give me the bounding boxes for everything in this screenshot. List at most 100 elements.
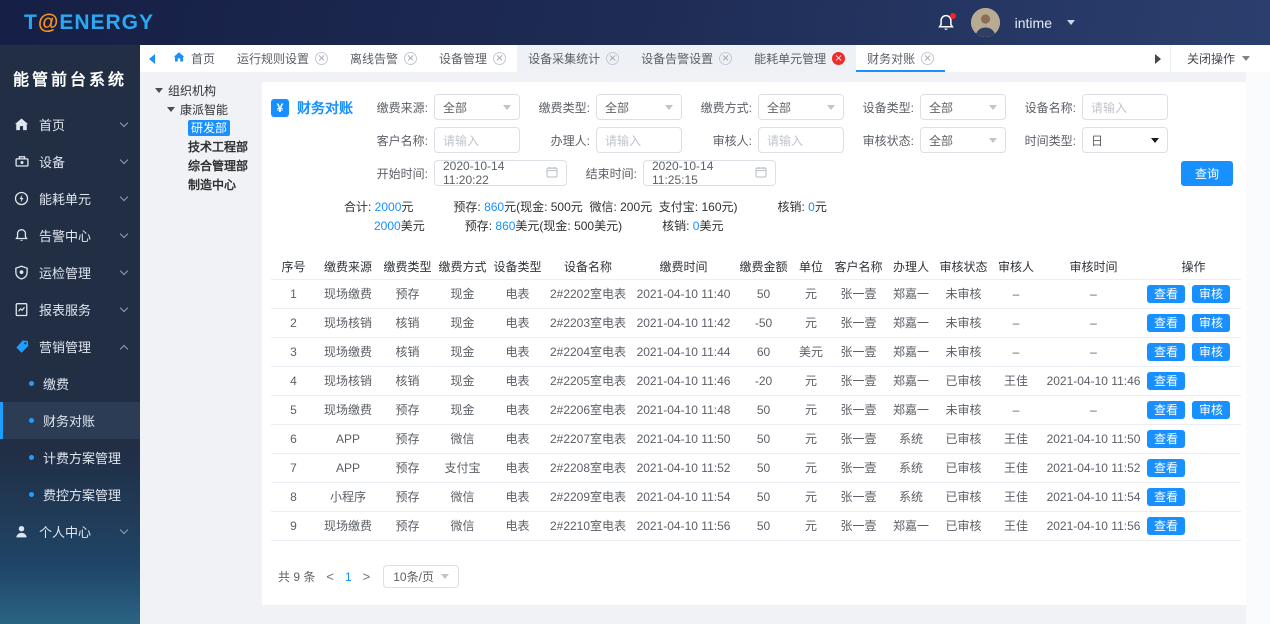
filter-input[interactable]: 请输入 (596, 127, 682, 153)
tree-node-dept-3[interactable]: 综合管理部 (155, 157, 258, 176)
filter-select[interactable]: 全部 (434, 94, 520, 120)
cell-method: 微信 (435, 511, 490, 541)
sidebar-subitem-3[interactable]: 计费方案管理 (0, 439, 140, 476)
tab-3[interactable]: 离线告警 × (339, 45, 428, 72)
summary-unit: 元 (814, 200, 827, 214)
summary-value: 860 (495, 219, 516, 233)
filter-label: 办理人: (550, 133, 590, 148)
sidebar-subitem-label: 费控方案管理 (43, 488, 122, 503)
table-body: 1 现场缴费 预存 现金 电表 2#2202室电表 2021-04-10 11:40 50 元张… (271, 279, 1241, 541)
tree-expand-icon[interactable] (167, 107, 175, 116)
date-input[interactable]: 2020-10-14 11:20:22 (434, 159, 567, 187)
sidebar-item-8[interactable]: 个人中心 (0, 513, 140, 550)
close-operations-dropdown[interactable]: 关闭操作 (1169, 45, 1270, 72)
tab-4[interactable]: 设备管理 × (428, 45, 517, 72)
select-value: 全部 (929, 133, 954, 148)
tree-expand-icon[interactable] (155, 88, 163, 97)
tab-6[interactable]: 设备告警设置 × (630, 45, 744, 72)
sidebar-item-1[interactable]: 首页 (0, 106, 140, 143)
cell-audit-time: – (1041, 308, 1146, 338)
notification-bell-icon[interactable] (936, 12, 956, 33)
filter-input[interactable]: 请输入 (758, 127, 844, 153)
filter-select[interactable]: 全部 (596, 94, 682, 120)
view-button[interactable]: 查看 (1147, 429, 1186, 448)
tree-node-dept-2[interactable]: 技术工程部 (155, 138, 258, 157)
cell-actions: 查看 (1146, 424, 1241, 454)
filter-area: ¥ 财务对账 缴费来源: 全部 缴费类型: 全部 缴费方式: 全部 设备类型: 全部 设备名称:… (271, 94, 1237, 193)
view-button[interactable]: 查看 (1147, 342, 1186, 361)
tab-close-icon[interactable]: × (315, 52, 329, 65)
sidebar-subitem-2[interactable]: 财务对账 (0, 402, 140, 439)
view-button[interactable]: 查看 (1147, 313, 1186, 332)
cell-auditor: 王佳 (991, 424, 1041, 454)
cell-audit-time: 2021-04-10 11:56 (1041, 511, 1146, 541)
tab-1[interactable]: 首页 (162, 45, 226, 72)
page-size-select[interactable]: 10条/页 (383, 565, 459, 588)
audit-button[interactable]: 审核 (1192, 313, 1231, 332)
view-button[interactable]: 查看 (1147, 371, 1186, 390)
sidebar-subitem-4[interactable]: 费控方案管理 (0, 476, 140, 513)
cell-method: 微信 (435, 482, 490, 512)
date-input[interactable]: 2020-10-14 11:25:15 (643, 159, 776, 187)
cell-customer: 张一壹 (831, 279, 886, 309)
audit-button[interactable]: 审核 (1192, 400, 1231, 419)
avatar[interactable] (970, 8, 1000, 37)
view-button[interactable]: 查看 (1147, 516, 1186, 535)
tree-node-company[interactable]: 康派智能 (155, 100, 258, 119)
tab-close-icon[interactable]: × (493, 52, 507, 65)
tab-close-icon[interactable]: × (832, 52, 846, 65)
filter-select[interactable]: 全部 (758, 94, 844, 120)
audit-button[interactable]: 审核 (1192, 284, 1231, 303)
alarm-icon (14, 228, 31, 244)
chevron-down-icon (989, 104, 997, 114)
tree-node-dept-1[interactable]: 研发部 (155, 119, 258, 138)
query-button[interactable]: 查询 (1180, 161, 1233, 186)
cell-handler: 郑嘉一 (886, 337, 936, 367)
filter-select[interactable]: 全部 (920, 127, 1006, 153)
tab-close-icon[interactable]: × (404, 52, 418, 65)
filter-input[interactable]: 请输入 (434, 127, 520, 153)
cell-customer: 张一壹 (831, 337, 886, 367)
tab-scroll-left-icon[interactable] (140, 45, 162, 72)
tree-node-root[interactable]: 组织机构 (155, 81, 258, 100)
cell-device-name: 2#2203室电表 (545, 308, 631, 338)
tab-5[interactable]: 设备采集统计 × (517, 45, 631, 72)
sidebar-item-3[interactable]: 能耗单元 (0, 180, 140, 217)
tree-dept-label: 综合管理部 (188, 159, 249, 173)
tab-scroll-right-icon[interactable] (1148, 45, 1170, 72)
view-button[interactable]: 查看 (1147, 458, 1186, 477)
tab-7[interactable]: 能耗单元管理 × (743, 45, 857, 72)
filter-field: 时间类型: 日 (1020, 127, 1168, 153)
view-button[interactable]: 查看 (1147, 487, 1186, 506)
sidebar-item-5[interactable]: 运检管理 (0, 254, 140, 291)
bullet-dot-icon (29, 492, 34, 497)
view-button[interactable]: 查看 (1147, 284, 1186, 303)
username[interactable]: intime (1015, 15, 1052, 31)
sidebar-item-2[interactable]: 设备 (0, 143, 140, 180)
tab-label: 设备告警设置 (641, 52, 714, 66)
tab-close-icon[interactable]: × (606, 52, 620, 65)
audit-button[interactable]: 审核 (1192, 342, 1231, 361)
cell-pay-type: 核销 (380, 308, 435, 338)
column-header: 操作 (1146, 254, 1241, 280)
view-button[interactable]: 查看 (1147, 400, 1186, 419)
pagination-next-button[interactable]: > (363, 569, 371, 584)
cell-customer: 张一壹 (831, 511, 886, 541)
user-caret-down-icon[interactable] (1067, 20, 1075, 29)
sidebar-subitem-1[interactable]: 缴费 (0, 365, 140, 402)
tab-close-icon[interactable]: × (719, 52, 733, 65)
sidebar-item-6[interactable]: 报表服务 (0, 291, 140, 328)
tab-8[interactable]: 财务对账 × (856, 45, 946, 72)
filter-select[interactable]: 全部 (920, 94, 1006, 120)
tab-close-icon[interactable]: × (921, 52, 935, 65)
sidebar-item-4[interactable]: 告警中心 (0, 217, 140, 254)
filter-select[interactable]: 日 (1082, 127, 1168, 153)
filter-input[interactable]: 请输入 (1082, 94, 1168, 120)
cell-method: 支付宝 (435, 453, 490, 483)
cell-method: 现金 (435, 279, 490, 309)
sidebar-item-7[interactable]: 营销管理 (0, 328, 140, 365)
tree-node-dept-4[interactable]: 制造中心 (155, 176, 258, 195)
pagination-page-1[interactable]: 1 (345, 570, 352, 584)
pagination-prev-button[interactable]: < (326, 569, 334, 584)
tab-2[interactable]: 运行规则设置 × (226, 45, 339, 72)
